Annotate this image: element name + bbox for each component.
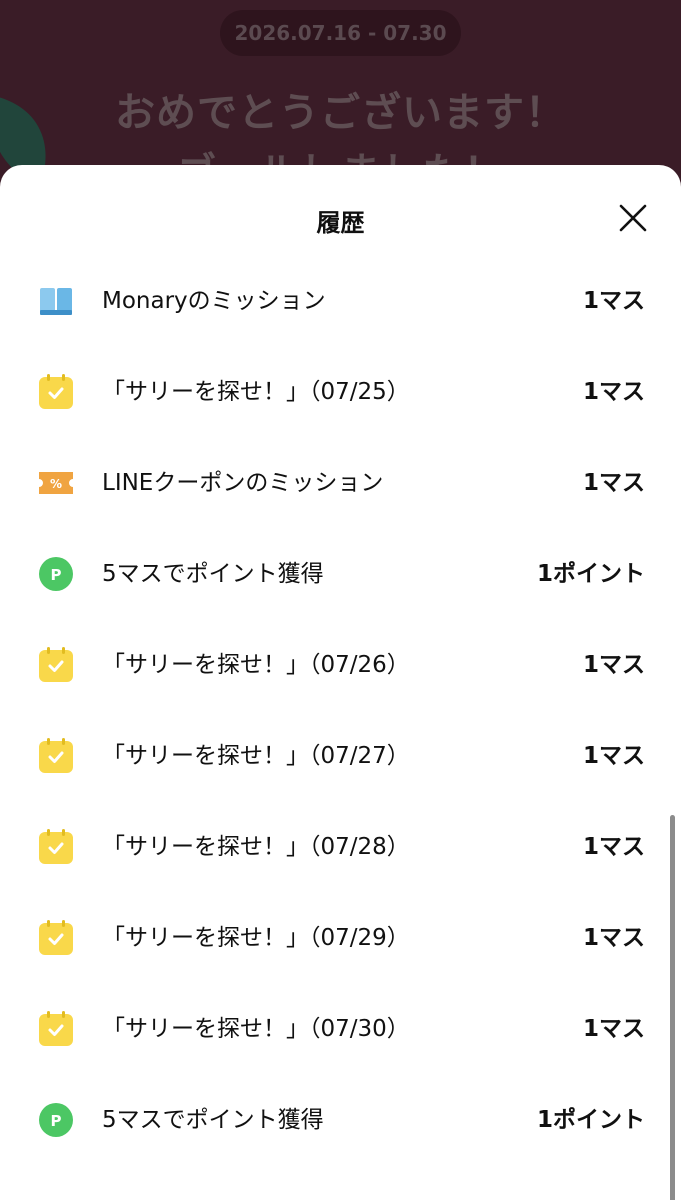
point-icon: P <box>39 557 73 591</box>
history-row: % LINEクーポンのミッション 1マス <box>0 438 681 529</box>
calendar-check-icon <box>39 1011 73 1046</box>
calendar-check-icon <box>39 920 73 955</box>
history-amount: 1マス <box>582 288 645 314</box>
history-row: Monaryのミッション 1マス <box>0 256 681 347</box>
svg-text:%: % <box>50 477 62 491</box>
congrats-heading: おめでとうございます！ <box>115 90 566 136</box>
svg-text:P: P <box>51 566 62 584</box>
calendar-check-icon <box>39 647 73 682</box>
history-amount: 1ポイント <box>536 561 645 587</box>
history-amount: 1マス <box>582 925 645 951</box>
svg-text:P: P <box>51 1112 62 1130</box>
coupon-icon: % <box>39 472 73 494</box>
history-label: 「サリーを探せ！」（07/27） <box>102 743 410 769</box>
history-amount: 1ポイント <box>536 1107 645 1133</box>
history-row: 「サリーを探せ！」（07/27） 1マス <box>0 711 681 802</box>
close-icon <box>619 204 647 232</box>
history-amount: 1マス <box>582 379 645 405</box>
history-amount: 1マス <box>582 652 645 678</box>
history-label: Monaryのミッション <box>102 288 326 314</box>
history-label: 5マスでポイント獲得 <box>102 561 324 587</box>
history-amount: 1マス <box>582 470 645 496</box>
history-label: 5マスでポイント獲得 <box>102 1107 324 1133</box>
history-amount: 1マス <box>582 834 645 860</box>
history-row: 「サリーを探せ！」（07/25） 1マス <box>0 347 681 438</box>
history-label: 「サリーを探せ！」（07/25） <box>102 379 410 405</box>
history-label: 「サリーを探せ！」（07/30） <box>102 1016 410 1042</box>
history-label: 「サリーを探せ！」（07/26） <box>102 652 410 678</box>
calendar-check-icon <box>39 738 73 773</box>
history-amount: 1マス <box>582 1016 645 1042</box>
history-amount: 1マス <box>582 743 645 769</box>
calendar-check-icon <box>39 374 73 409</box>
date-range-badge: 2026.07.16 - 07.30 <box>220 10 461 56</box>
history-row: P 5マスでポイント獲得 1ポイント <box>0 1075 681 1166</box>
point-icon: P <box>39 1103 73 1137</box>
book-icon <box>40 288 72 315</box>
history-row: 「サリーを探せ！」（07/30） 1マス <box>0 984 681 1075</box>
sheet-title: 履歴 <box>316 209 365 237</box>
scrollbar[interactable] <box>670 815 675 1200</box>
history-row: 「サリーを探せ！」（07/26） 1マス <box>0 620 681 711</box>
close-button[interactable] <box>614 199 652 237</box>
history-label: LINEクーポンのミッション <box>102 470 384 496</box>
history-row: 「サリーを探せ！」（07/29） 1マス <box>0 893 681 984</box>
calendar-check-icon <box>39 829 73 864</box>
history-row: P 5マスでポイント獲得 1ポイント <box>0 529 681 620</box>
history-row: 「サリーを探せ！」（07/28） 1マス <box>0 802 681 893</box>
history-sheet: 履歴 Monaryのミッション 1マス 「サリーを探せ！」（07/25） 1マス… <box>0 165 681 1200</box>
history-label: 「サリーを探せ！」（07/28） <box>102 834 410 860</box>
history-label: 「サリーを探せ！」（07/29） <box>102 925 410 951</box>
history-list: Monaryのミッション 1マス 「サリーを探せ！」（07/25） 1マス % … <box>0 256 681 1166</box>
